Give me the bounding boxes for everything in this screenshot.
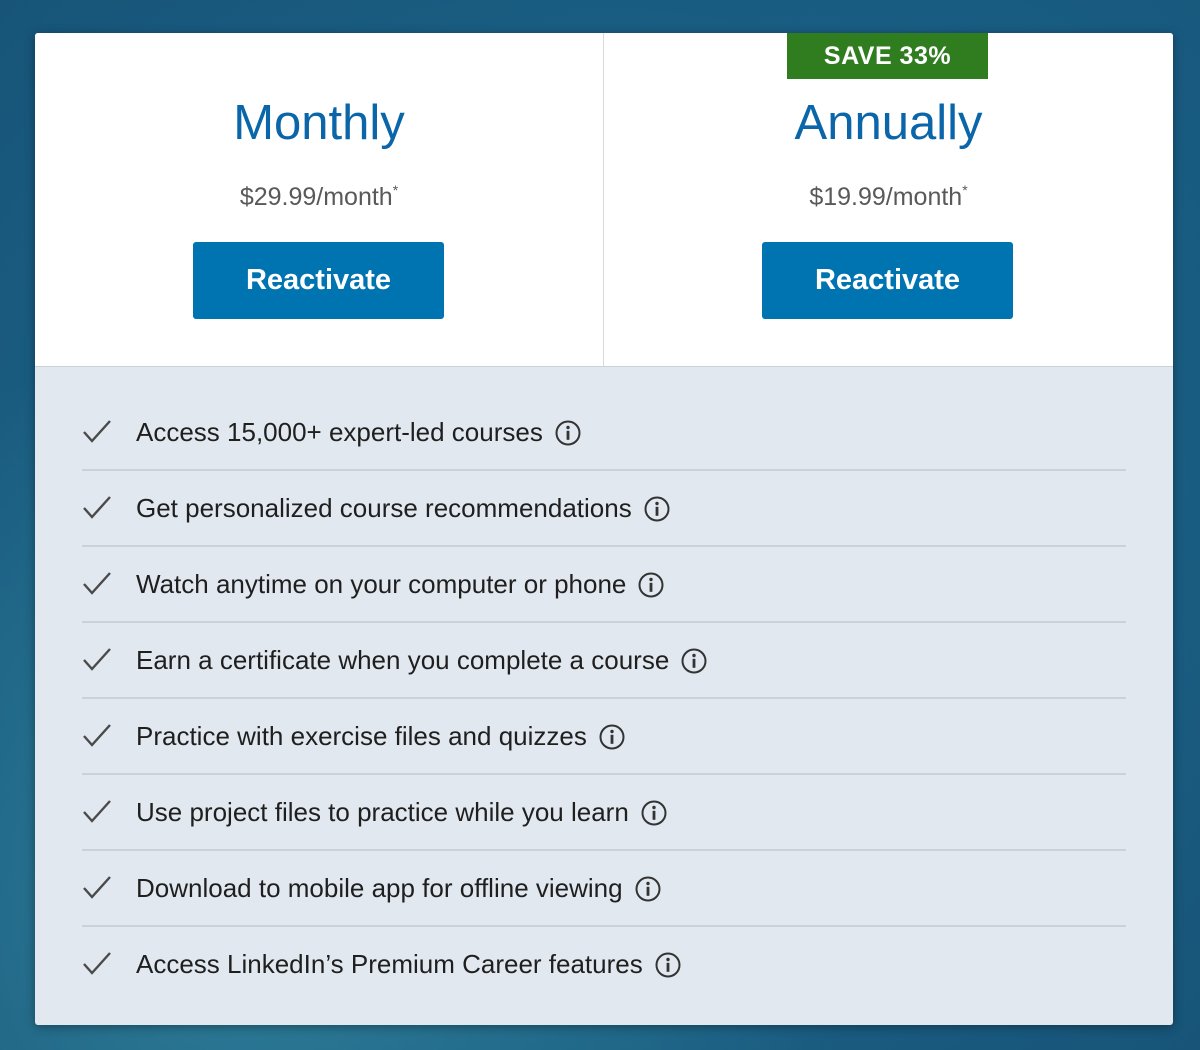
check-icon	[83, 648, 111, 671]
pricing-card: Monthly $29.99/month* Reactivate SAVE 33…	[35, 33, 1173, 1025]
feature-item: Get personalized course recommendations	[82, 471, 1126, 547]
feature-item: Earn a certificate when you complete a c…	[82, 623, 1126, 699]
plan-monthly: Monthly $29.99/month* Reactivate	[35, 33, 603, 366]
feature-label: Get personalized course recommendations	[136, 492, 632, 523]
check-icon	[83, 724, 111, 747]
feature-list: Access 15,000+ expert-led courses Get pe…	[82, 395, 1126, 1001]
feature-item: Access 15,000+ expert-led courses	[82, 395, 1126, 471]
feature-label: Download to mobile app for offline viewi…	[136, 872, 623, 903]
check-icon	[83, 876, 111, 899]
check-icon	[83, 952, 111, 975]
check-icon	[83, 572, 111, 595]
feature-label: Earn a certificate when you complete a c…	[136, 644, 670, 675]
price-amount: $19.99/month	[809, 183, 963, 211]
feature-item: Practice with exercise files and quizzes	[82, 699, 1126, 775]
price-footnote-mark: *	[962, 182, 968, 198]
info-icon[interactable]	[599, 724, 625, 750]
save-badge: SAVE 33%	[787, 33, 988, 79]
info-icon[interactable]	[638, 572, 664, 598]
feature-item: Access LinkedIn’s Premium Career feature…	[82, 927, 1126, 1001]
feature-label: Practice with exercise files and quizzes	[136, 720, 587, 751]
feature-label: Access LinkedIn’s Premium Career feature…	[136, 948, 643, 979]
check-icon	[83, 800, 111, 823]
feature-label: Access 15,000+ expert-led courses	[136, 416, 543, 447]
reactivate-annually-button[interactable]: Reactivate	[762, 242, 1013, 319]
info-icon[interactable]	[555, 420, 581, 446]
price-amount: $29.99/month	[239, 183, 393, 211]
feature-item: Use project files to practice while you …	[82, 775, 1126, 851]
info-icon[interactable]	[681, 648, 707, 674]
info-icon[interactable]	[644, 496, 670, 522]
plan-options: Monthly $29.99/month* Reactivate SAVE 33…	[35, 33, 1173, 367]
plan-title: Annually	[794, 96, 983, 150]
info-icon[interactable]	[635, 876, 661, 902]
info-icon[interactable]	[641, 800, 667, 826]
plan-title: Monthly	[233, 96, 405, 150]
feature-label: Watch anytime on your computer or phone	[136, 568, 627, 599]
check-icon	[83, 496, 111, 519]
check-icon	[83, 420, 111, 443]
plan-annually: SAVE 33% Annually $19.99/month* Reactiva…	[603, 33, 1173, 366]
feature-item: Download to mobile app for offline viewi…	[82, 851, 1126, 927]
info-icon[interactable]	[655, 952, 681, 978]
feature-item: Watch anytime on your computer or phone	[82, 547, 1126, 623]
plan-price: $29.99/month*	[35, 173, 603, 214]
feature-label: Use project files to practice while you …	[136, 796, 629, 827]
plan-price: $19.99/month*	[604, 173, 1173, 214]
reactivate-monthly-button[interactable]: Reactivate	[193, 242, 444, 319]
price-footnote-mark: *	[392, 182, 399, 198]
